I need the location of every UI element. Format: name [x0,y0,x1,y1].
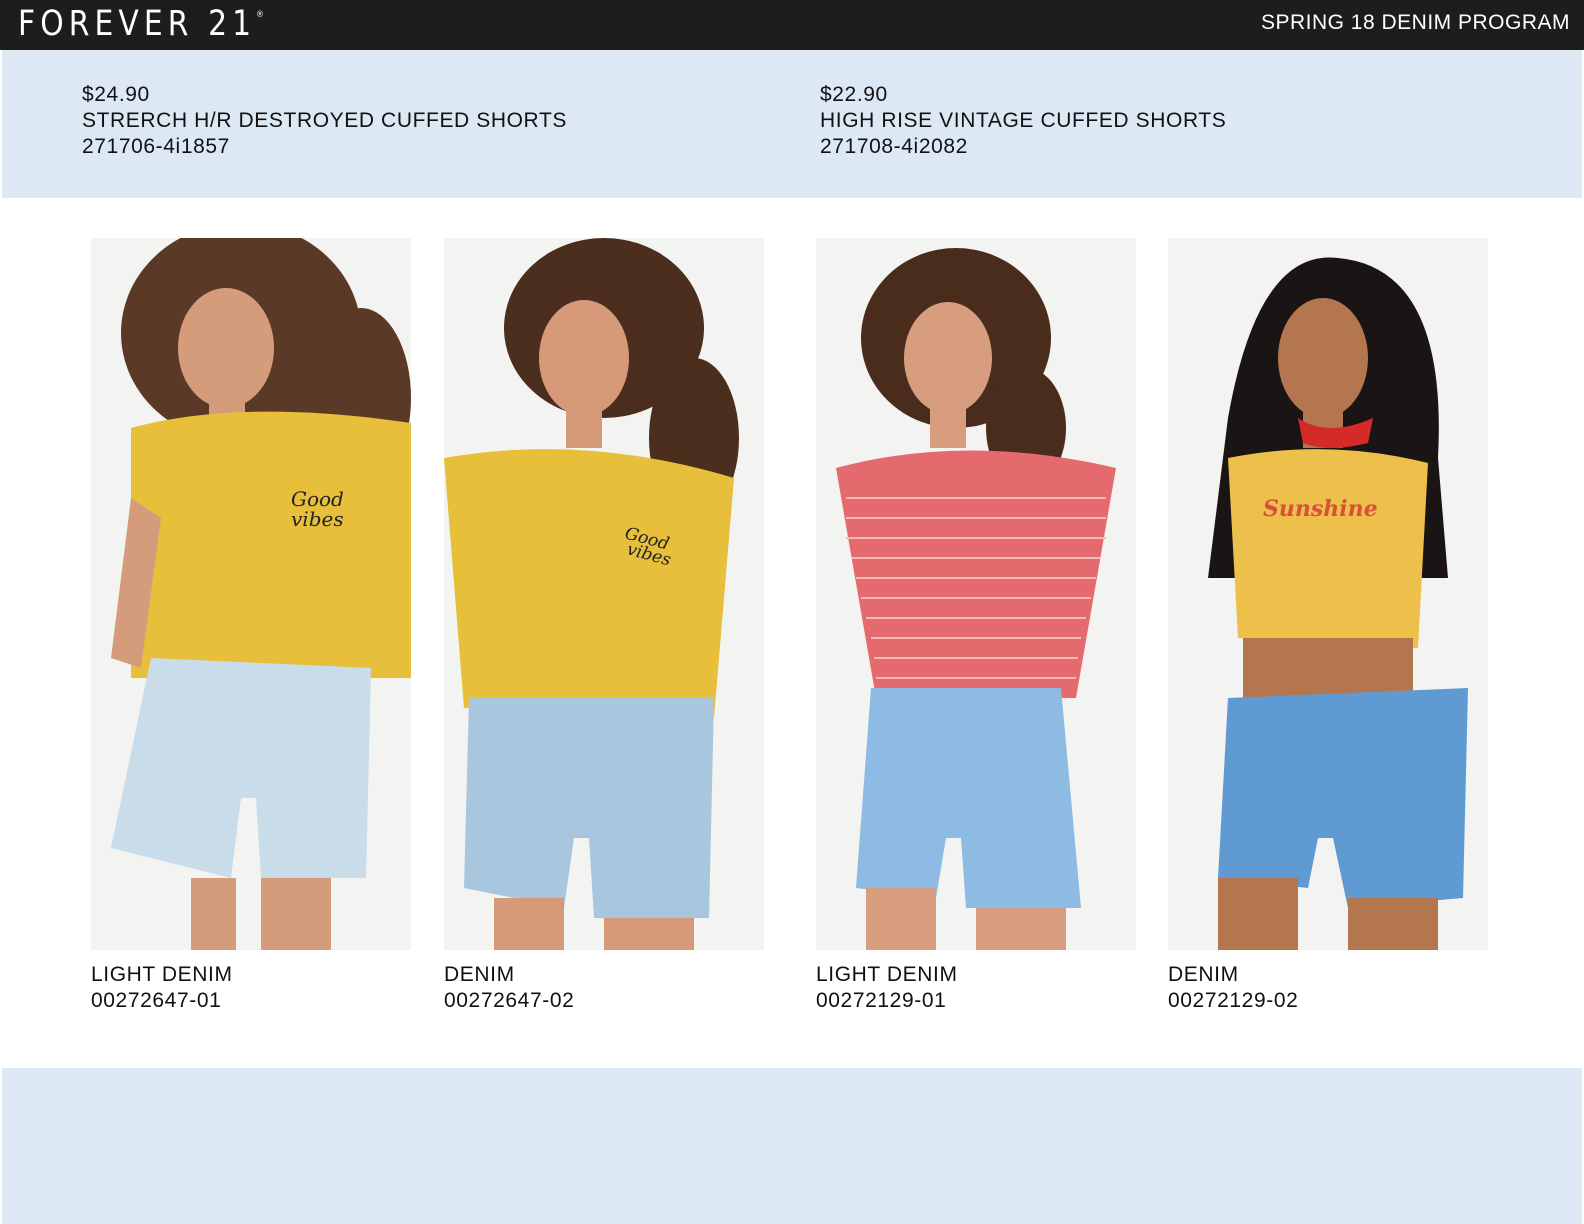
style-name: STRERCH H/R DESTROYED CUFFED SHORTS [82,109,567,132]
top-bar: FOREVER 21® SPRING 18 DENIM PROGRAM [0,0,1584,50]
product-caption-4: DENIM 00272129-02 [1168,962,1298,1014]
product-caption-1: LIGHT DENIM 00272647-01 [91,962,233,1014]
sku: 00272129-02 [1168,989,1299,1012]
model-illustration: Sunshine [1208,257,1468,950]
product-photo-4: Sunshine [1168,238,1488,950]
style-number: 271708-4i2082 [820,135,968,158]
style-price: $22.90 [820,83,888,106]
product-photo-1: Good vibes [91,238,411,950]
product-caption-2: DENIM 00272647-02 [444,962,574,1014]
product-photo-3 [816,238,1136,950]
model-illustration: Good vibes [111,238,411,950]
svg-text:Sunshine: Sunshine [1263,496,1378,522]
wash-color: LIGHT DENIM [816,963,958,986]
registered-mark: ® [256,10,264,20]
wash-color: DENIM [444,963,515,986]
model-illustration: Good vibes [444,238,739,950]
style-block-1: $24.90 STRERCH H/R DESTROYED CUFFED SHOR… [82,82,567,160]
sku: 00272129-01 [816,989,947,1012]
svg-text:vibes: vibes [291,507,344,531]
sku: 00272647-02 [444,989,575,1012]
style-name: HIGH RISE VINTAGE CUFFED SHORTS [820,109,1227,132]
product-photo-2: Good vibes [444,238,764,950]
brand-logo: FOREVER 21® [18,4,264,44]
style-price: $24.90 [82,83,150,106]
wash-color: DENIM [1168,963,1239,986]
style-number: 271706-4i1857 [82,135,230,158]
wash-color: LIGHT DENIM [91,963,233,986]
brand-name: FOREVER 21 [18,4,257,44]
program-title: SPRING 18 DENIM PROGRAM [1260,11,1570,34]
footer-band [2,1068,1582,1224]
model-illustration [836,248,1116,950]
product-caption-3: LIGHT DENIM 00272129-01 [816,962,958,1014]
sku: 00272647-01 [91,989,222,1012]
style-block-2: $22.90 HIGH RISE VINTAGE CUFFED SHORTS 2… [820,82,1226,160]
